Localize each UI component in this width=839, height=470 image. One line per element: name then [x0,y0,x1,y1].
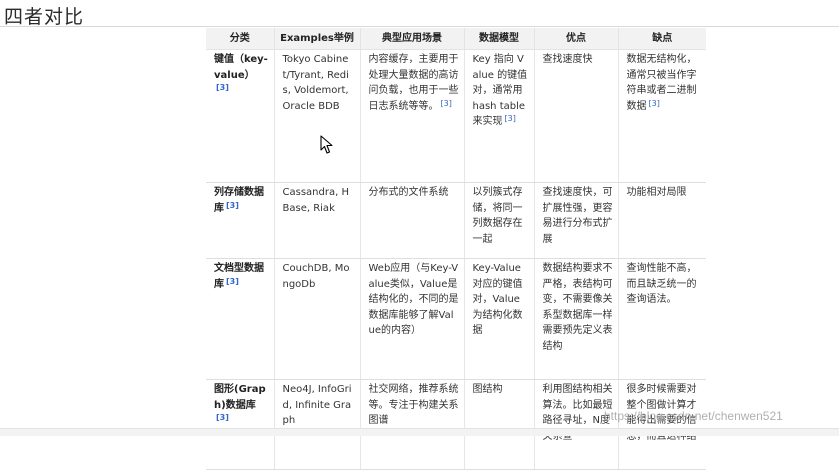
citation-link[interactable]: [3] [216,83,229,92]
header-pros: 优点 [534,28,619,50]
citation-link[interactable]: [3] [505,114,516,123]
table-row-graph: 图形(Graph)数据库[3] Neo4J, InfoGrid, Infinit… [206,379,706,470]
table-row-column-store: 列存储数据库 [3] Cassandra, HBase, Riak 分布式的文件系… [206,182,706,259]
cell-category: 列存储数据库 [3] [206,182,275,259]
table-row-key-value: 键值（key-value）[3] Tokyo Cabinet/Tyrant, R… [206,49,706,183]
mouse-pointer-icon [320,135,333,154]
header-cons: 缺点 [618,28,706,50]
cell-cons: 数据无结构化，通常只被当作字符串或者二进制数据 [3] [618,49,706,183]
cell-scenarios: 社交网络，推荐系统等。专注于构建关系图谱 [360,379,465,470]
citation-link[interactable]: [3] [216,413,229,422]
cell-cons: 功能相对局限 [618,182,706,259]
cell-examples: CouchDB, MongoDb [274,258,361,380]
page-heading: 四者对比 [4,6,85,28]
cell-data-model: Key-Value对应的键值对，Value为结构化数据 [464,258,535,380]
cell-category: 文档型数据库 [3] [206,258,275,380]
cell-cons: 查询性能不高，而且缺乏统一的查询语法。 [618,258,706,380]
table-row-document: 文档型数据库 [3] CouchDB, MongoDb Web应用（与Key-Va… [206,258,706,380]
cell-pros: 查找速度快，可扩展性强，更容易进行分布式扩展 [534,182,619,259]
cell-examples: Tokyo Cabinet/Tyrant, Redis, Voldemort, … [274,49,361,183]
cell-category: 键值（key-value）[3] [206,49,275,183]
cell-data-model: Key 指向 Value 的键值对，通常用hash table来实现 [3] [464,49,535,183]
cell-examples: Neo4J, InfoGrid, Infinite Graph [274,379,361,470]
watermark: https://blog.csdn.net/chenwen521 [604,409,783,423]
cell-pros: 利用图结构相关算法。比如最短路径寻址，N度关系查 [534,379,619,470]
cell-scenarios: 分布式的文件系统 [360,182,465,259]
cell-pros: 查找速度快 [534,49,619,183]
cell-scenarios: 内容缓存，主要用于处理大量数据的高访问负载，也用于一些日志系统等等。 [3] [360,49,465,183]
header-examples: Examples举例 [274,28,361,50]
cell-data-model: 以列簇式存储，将同一列数据存在一起 [464,182,535,259]
header-scenarios: 典型应用场景 [360,28,465,50]
cell-pros: 数据结构要求不严格，表结构可变，不需要像关系型数据库一样需要预先定义表结构 [534,258,619,380]
cell-scenarios: Web应用（与Key-Value类似，Value是结构化的，不同的是数据库能够了… [360,258,465,380]
cell-examples: Cassandra, HBase, Riak [274,182,361,259]
nosql-comparison-table: 分类 Examples举例 典型应用场景 数据模型 优点 缺点 键值（key-v… [206,28,706,470]
citation-link[interactable]: [3] [441,99,452,108]
comparison-table-container: 分类 Examples举例 典型应用场景 数据模型 优点 缺点 键值（key-v… [206,28,706,470]
header-data-model: 数据模型 [464,28,535,50]
header-category: 分类 [206,28,275,50]
heading-divider [0,26,839,27]
citation-link[interactable]: [3] [226,277,239,286]
cell-category: 图形(Graph)数据库[3] [206,379,275,470]
citation-link[interactable]: [3] [226,201,239,210]
cell-data-model: 图结构 [464,379,535,470]
cell-cons: 很多时候需要对整个图做计算才能得出需要的信息，而且这种结 [618,379,706,470]
citation-link[interactable]: [3] [649,99,660,108]
table-header-row: 分类 Examples举例 典型应用场景 数据模型 优点 缺点 [206,28,706,50]
